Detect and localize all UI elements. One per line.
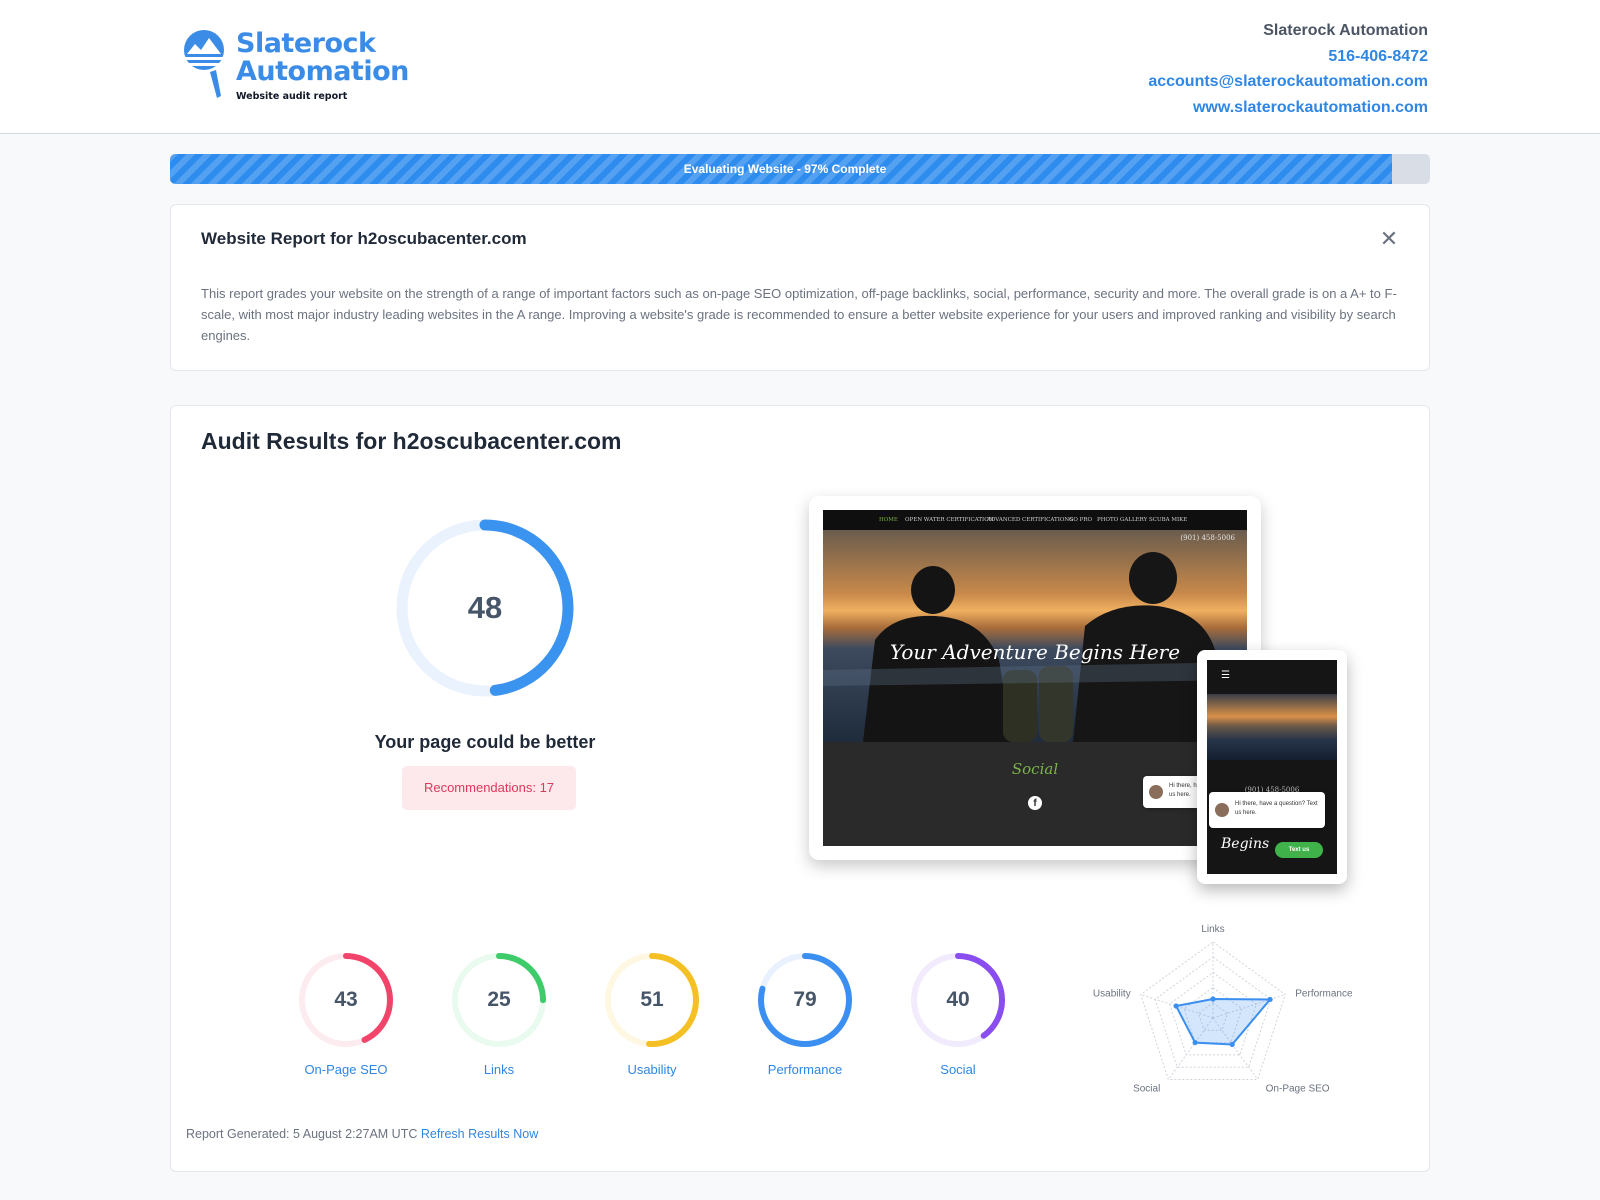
avatar <box>1149 785 1163 799</box>
verdict-text: Your page could be better <box>374 732 596 752</box>
preview-nav-item: HOME <box>879 517 898 523</box>
intro-description: This report grades your website on the s… <box>201 286 1397 343</box>
brand-name: Slaterock Automation <box>236 28 409 87</box>
report-generated-text: Report Generated: 5 August 2:27AM UTC <box>186 1127 418 1141</box>
score-gauge-social[interactable]: 40 Social <box>891 950 1021 1090</box>
preview-nav-item: GO PRO <box>1069 517 1093 523</box>
score-value: 51 <box>640 988 664 1011</box>
desktop-screenshot: HOME OPEN WATER CERTIFICATION ADVANCED C… <box>823 510 1247 846</box>
radar-point <box>1192 1039 1198 1046</box>
score-label[interactable]: Performance <box>738 1062 872 1077</box>
score-gauge-links[interactable]: 25 Links <box>432 950 562 1090</box>
radar-point <box>1173 1003 1179 1009</box>
report-intro-card: Website Report for h2oscubacenter.com ✕ … <box>170 204 1430 371</box>
intro-title: Website Report for h2oscubacenter.com <box>201 229 527 248</box>
facebook-icon: f <box>1028 796 1042 810</box>
preview-nav: HOME OPEN WATER CERTIFICATION ADVANCED C… <box>823 510 1247 530</box>
contact-company: Slaterock Automation <box>1263 22 1428 39</box>
radar-point <box>1267 996 1273 1003</box>
score-label[interactable]: Usability <box>585 1062 719 1077</box>
avatar <box>1215 803 1229 817</box>
magnifier-logo-icon <box>184 30 224 98</box>
radar-area <box>1174 997 1273 1046</box>
audit-title: Audit Results for h2oscubacenter.com <box>201 428 622 454</box>
score-gauge-usability[interactable]: 51 Usability <box>585 950 715 1090</box>
brand-logo[interactable]: Slaterock Automation Website audit repor… <box>180 24 420 104</box>
divers-silhouette <box>823 552 1247 742</box>
mobile-preview: ☰ (901) 458-5006 Begins Hi there, have a… <box>1197 650 1347 884</box>
progress-label: Evaluating Website - 97% Complete <box>683 162 887 176</box>
preview-hero-image: (901) 458-5006 Your Adventure Begins Her… <box>823 530 1247 742</box>
radar-axis-label: Social <box>1133 1083 1160 1094</box>
score-radar-chart: Links Performance On-Page SEO Social Usabili… <box>1093 924 1353 1094</box>
mobile-chat-text: Hi there, have a question? Text us here. <box>1235 801 1318 816</box>
report-generated-note: Report Generated: 5 August 2:27AM UTC Re… <box>186 1127 538 1141</box>
contact-email-link[interactable]: accounts@slaterockautomation.com <box>1148 69 1428 95</box>
score-value: 40 <box>946 988 970 1011</box>
close-icon[interactable]: ✕ <box>1379 228 1399 250</box>
desktop-preview: HOME OPEN WATER CERTIFICATION ADVANCED C… <box>809 496 1261 860</box>
contact-phone-link[interactable]: 516-406-8472 <box>1148 44 1428 70</box>
preview-social-section: Social f Hi there, have a question? Text… <box>823 742 1247 846</box>
preview-phone: (901) 458-5006 <box>1180 534 1235 542</box>
brand-tagline: Website audit report <box>236 91 348 102</box>
preview-nav-item: OPEN WATER CERTIFICATION <box>905 517 994 523</box>
radar-point <box>1229 1041 1235 1048</box>
preview-tagline: Your Adventure Begins Here <box>889 640 1181 664</box>
text-us-button: Text us <box>1275 842 1323 858</box>
score-gauge-performance[interactable]: 79 Performance <box>738 950 868 1090</box>
score-label[interactable]: On-Page SEO <box>279 1062 413 1077</box>
radar-axis-label: Links <box>1201 924 1224 935</box>
refresh-results-link[interactable]: Refresh Results Now <box>421 1127 538 1141</box>
evaluation-progress-bar: Evaluating Website - 97% Complete <box>170 154 1430 184</box>
score-gauge-on-page-seo[interactable]: 43 On-Page SEO <box>279 950 409 1090</box>
preview-nav-item: SCUBA MIKE <box>1149 517 1188 523</box>
score-value: 79 <box>793 988 817 1011</box>
overall-score-value: 48 <box>467 590 503 625</box>
hamburger-menu-icon: ☰ <box>1221 670 1230 681</box>
mobile-tagline: Begins <box>1221 836 1270 852</box>
radar-axis-label: On-Page SEO <box>1266 1083 1330 1094</box>
recommendations-badge[interactable]: Recommendations: 17 <box>402 766 576 810</box>
mobile-hero-image <box>1207 694 1337 760</box>
radar-axis-label: Performance <box>1295 989 1353 1000</box>
contact-block: Slaterock Automation 516-406-8472 accoun… <box>1148 18 1428 120</box>
audit-results-card: Audit Results for h2oscubacenter.com 48 … <box>170 405 1430 1172</box>
score-label[interactable]: Links <box>432 1062 566 1077</box>
preview-nav-item: PHOTO GALLERY <box>1097 517 1148 523</box>
score-value: 25 <box>487 988 511 1011</box>
mobile-chat-widget: Hi there, have a question? Text us here. <box>1209 792 1325 828</box>
contact-website-link[interactable]: www.slaterockautomation.com <box>1148 95 1428 121</box>
mobile-screenshot: ☰ (901) 458-5006 Begins Hi there, have a… <box>1207 660 1337 874</box>
radar-axis-label: Usability <box>1093 989 1131 1000</box>
preview-nav-item: ADVANCED CERTIFICATIONS <box>987 517 1073 523</box>
header-bar: Slaterock Automation Website audit repor… <box>0 0 1600 134</box>
score-label[interactable]: Social <box>891 1062 1025 1077</box>
score-value: 43 <box>334 988 358 1011</box>
radar-point <box>1210 996 1216 1002</box>
